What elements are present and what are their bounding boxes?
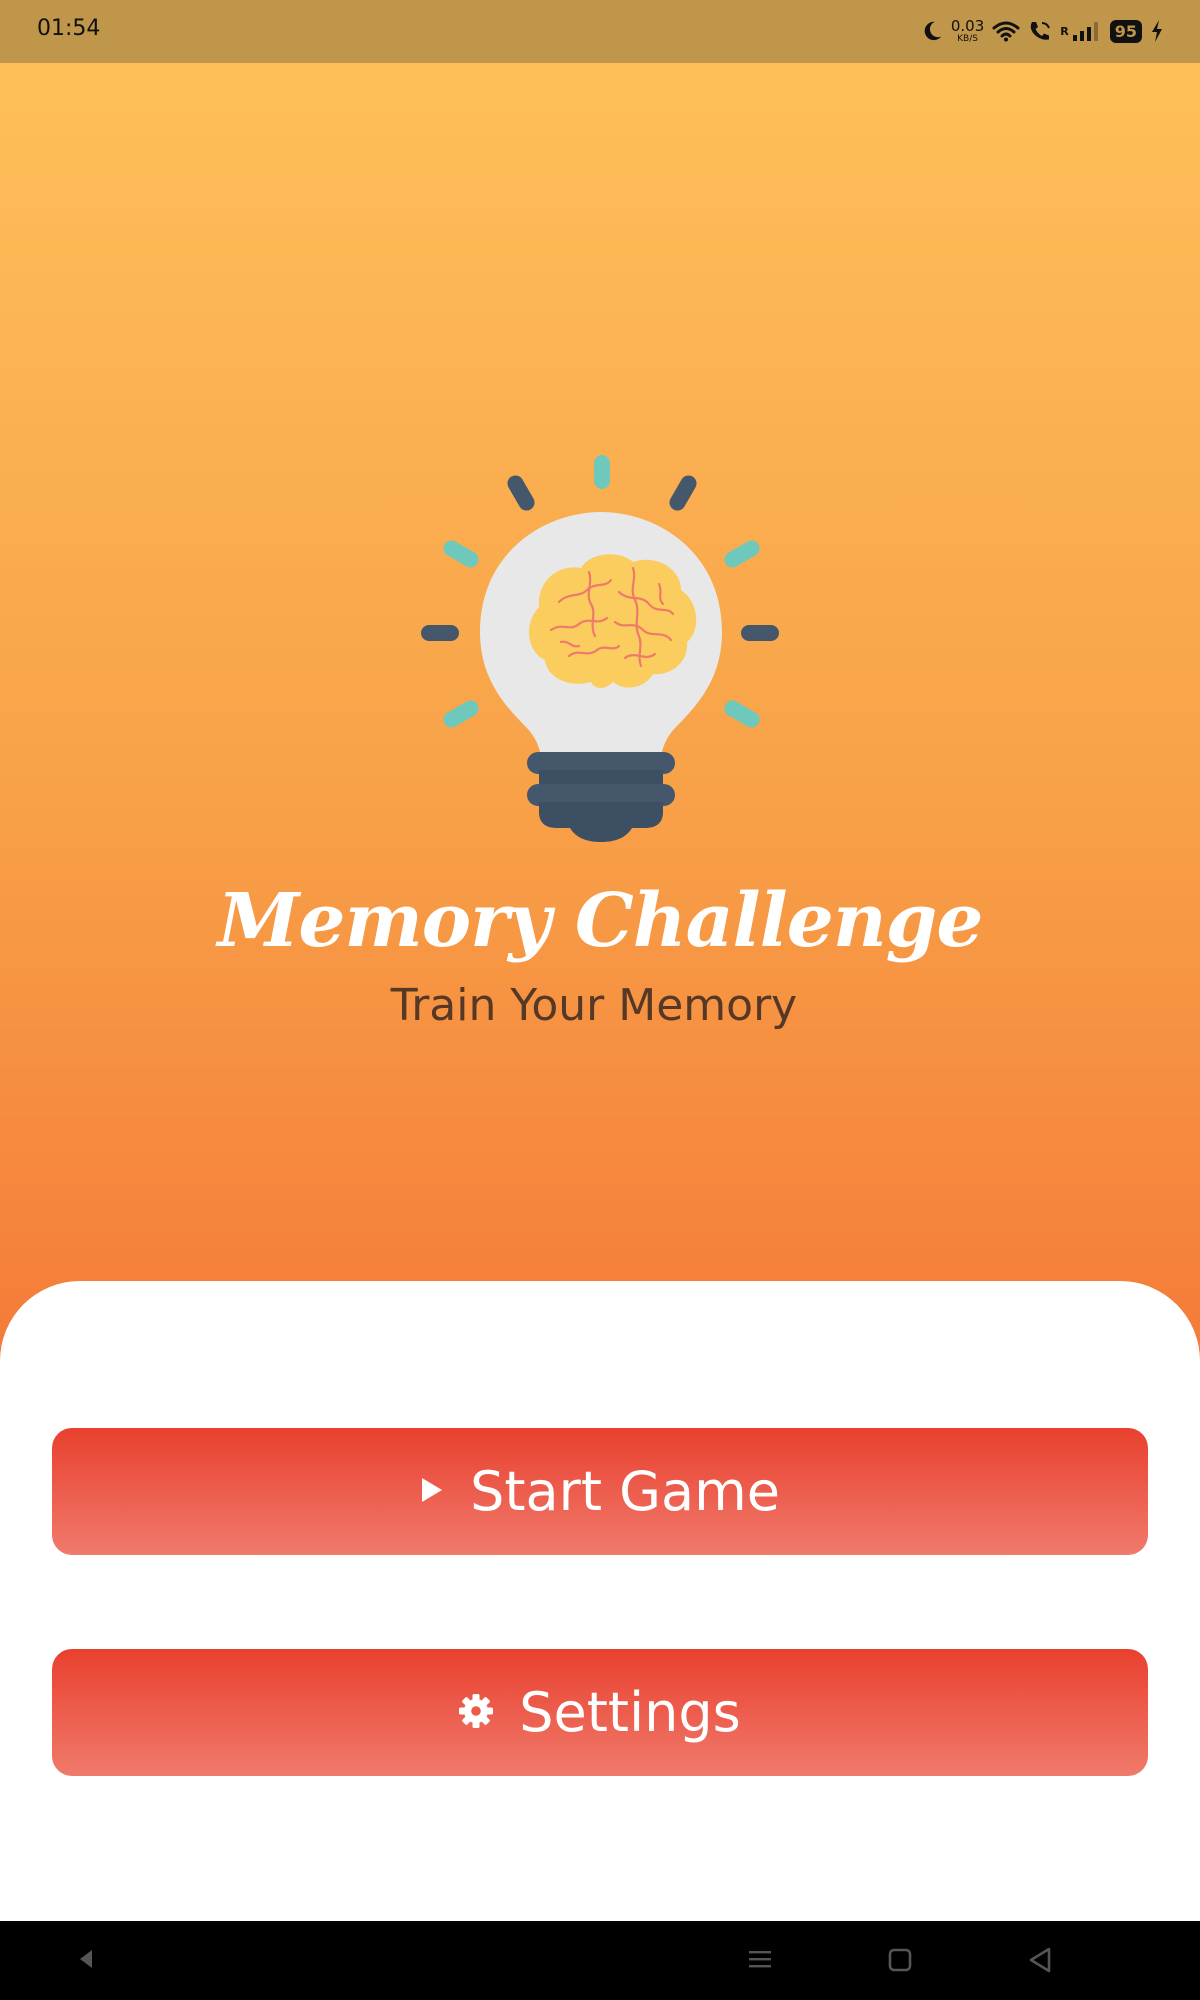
wifi-icon	[992, 20, 1020, 42]
network-speed-unit: KB/S	[957, 33, 978, 44]
ray	[443, 540, 479, 568]
signal-label: R	[1060, 24, 1069, 38]
bulb-base-cap	[539, 802, 663, 842]
moon-icon	[921, 20, 943, 42]
menu-panel	[0, 1281, 1200, 1921]
network-speed: 0.03 KB/S	[950, 16, 985, 44]
status-bar: 01:54 0.03 KB/S R 95	[0, 0, 1200, 63]
ray	[741, 625, 779, 641]
status-icons: 0.03 KB/S R 95	[921, 16, 1164, 46]
wifi-call-icon	[1028, 20, 1052, 42]
ray	[507, 475, 535, 511]
navigation-bar	[0, 1921, 1200, 2000]
back-icon[interactable]	[1028, 1947, 1052, 1977]
settings-label: Settings	[519, 1681, 741, 1744]
ray	[594, 455, 610, 489]
ray	[724, 700, 760, 728]
menu-icon[interactable]	[748, 1948, 772, 1974]
app-title: Memory Challenge	[217, 878, 984, 964]
signal-icon: R	[1060, 20, 1101, 42]
network-speed-value: 0.03	[950, 16, 985, 35]
app-subtitle: Train Your Memory	[390, 980, 798, 1031]
play-icon	[420, 1476, 444, 1508]
lightbulb-brain-icon	[421, 455, 779, 842]
start-game-label: Start Game	[470, 1460, 780, 1523]
home-screen: 01:54 0.03 KB/S R 95 Memory Challenge Tr…	[0, 0, 1200, 2000]
back-arrow-icon[interactable]	[78, 1948, 94, 1974]
brain	[528, 554, 697, 688]
ray	[443, 700, 479, 728]
charging-icon	[1150, 19, 1164, 43]
ray	[669, 475, 697, 511]
settings-button[interactable]: Settings	[52, 1649, 1148, 1776]
ray	[421, 625, 459, 641]
home-icon[interactable]	[888, 1948, 912, 1976]
status-time: 01:54	[37, 16, 101, 41]
gear-icon	[459, 1693, 494, 1732]
battery-indicator: 95	[1109, 19, 1142, 43]
start-game-button[interactable]: Start Game	[52, 1428, 1148, 1555]
ray	[724, 540, 760, 568]
